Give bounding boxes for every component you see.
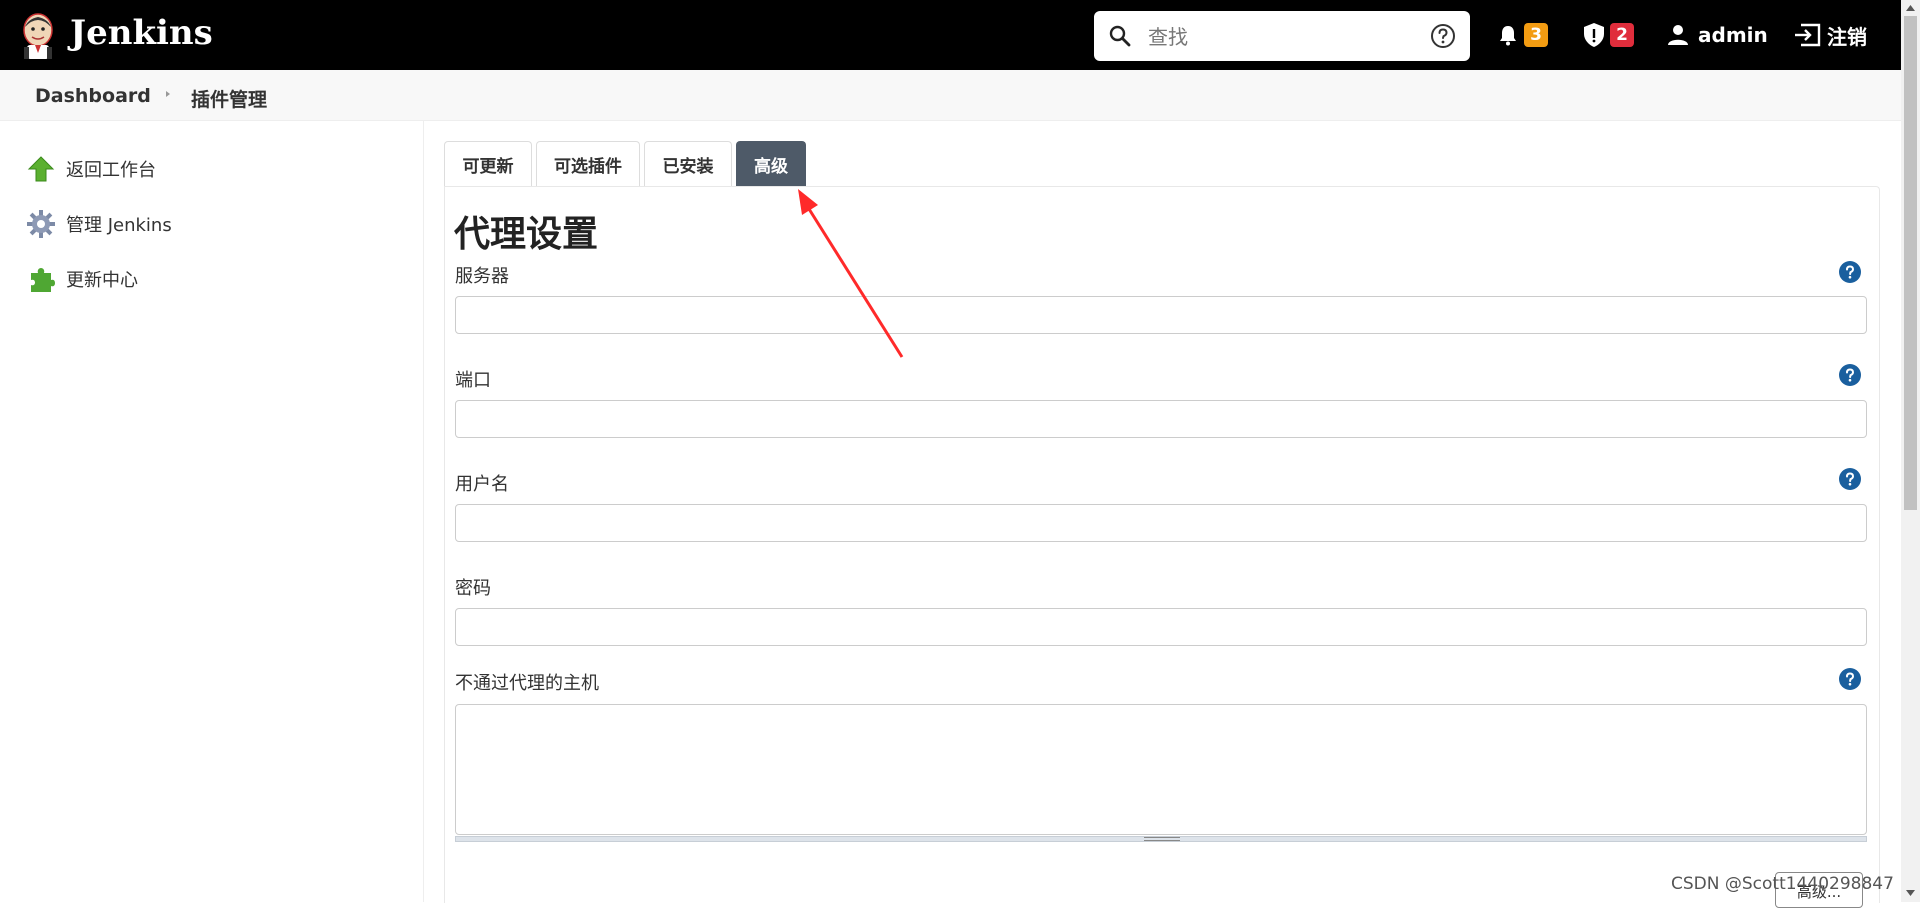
breadcrumb: Dashboard 插件管理 (0, 70, 1901, 121)
bell-icon (1500, 26, 1516, 46)
sidebar-item-update-center[interactable]: 更新中心 (26, 261, 138, 297)
port-field[interactable] (455, 400, 1867, 438)
tab-advanced[interactable]: 高级 (736, 141, 806, 186)
sidebar-item-label: 更新中心 (66, 270, 138, 291)
shield-icon (1584, 23, 1604, 47)
top-header: Jenkins 3 2 admin (0, 0, 1901, 70)
username-field[interactable] (455, 504, 1867, 542)
help-icon[interactable] (1839, 364, 1861, 386)
notifications-button[interactable]: 3 (1496, 16, 1548, 54)
search-icon (1109, 25, 1131, 47)
tab-updates[interactable]: 可更新 (444, 141, 532, 186)
annotation-arrow-icon (798, 189, 904, 358)
chevron-right-icon (166, 91, 170, 97)
server-label: 服务器 (455, 266, 509, 287)
help-icon[interactable] (1839, 261, 1861, 283)
jenkins-logo-icon[interactable] (18, 11, 58, 61)
user-menu[interactable]: admin (1666, 16, 1768, 54)
puzzle-icon (31, 268, 55, 292)
help-icon[interactable] (1839, 468, 1861, 490)
user-name[interactable]: admin (1698, 23, 1768, 47)
tab-available[interactable]: 可选插件 (536, 141, 640, 186)
arrow-up-icon (27, 156, 55, 182)
password-field[interactable] (455, 608, 1867, 646)
gear-icon (27, 210, 55, 238)
sidebar: 返回工作台 管理 Jenkins 更新中心 (0, 121, 424, 902)
page-title: 代理设置 (454, 214, 599, 255)
breadcrumb-item-dashboard[interactable]: Dashboard (35, 85, 151, 107)
sidebar-item-manage-jenkins[interactable]: 管理 Jenkins (26, 206, 172, 242)
watermark: CSDN @Scott1440298847 (1671, 874, 1894, 894)
notifications-badge: 3 (1524, 23, 1548, 47)
sidebar-item-label: 返回工作台 (66, 160, 156, 181)
scrollbar-thumb[interactable] (1904, 16, 1917, 510)
port-label: 端口 (455, 370, 491, 391)
logout-icon (1795, 23, 1821, 47)
username-label: 用户名 (455, 474, 509, 495)
security-button[interactable]: 2 (1582, 16, 1634, 54)
logout-button[interactable]: 注销 (1793, 16, 1867, 54)
brand-name[interactable]: Jenkins (70, 13, 213, 53)
no-proxy-hosts-label: 不通过代理的主机 (455, 673, 599, 694)
no-proxy-hosts-field[interactable] (455, 704, 1867, 835)
user-icon (1668, 25, 1688, 45)
logout-label[interactable]: 注销 (1827, 21, 1867, 50)
tab-installed[interactable]: 已安装 (644, 141, 732, 186)
password-label: 密码 (455, 578, 491, 599)
search-box[interactable] (1094, 11, 1470, 61)
scroll-up-icon[interactable] (1905, 3, 1916, 12)
search-input[interactable] (1146, 19, 1410, 55)
security-badge: 2 (1610, 23, 1634, 47)
help-icon[interactable] (1839, 668, 1861, 690)
help-icon[interactable] (1430, 23, 1456, 49)
sidebar-item-label: 管理 Jenkins (66, 215, 172, 236)
breadcrumb-item-plugin-manager[interactable]: 插件管理 (191, 85, 267, 112)
scroll-down-icon[interactable] (1905, 889, 1916, 898)
resize-grip-icon[interactable] (1144, 837, 1180, 841)
sidebar-item-back-to-dashboard[interactable]: 返回工作台 (26, 151, 156, 187)
server-field[interactable] (455, 296, 1867, 334)
